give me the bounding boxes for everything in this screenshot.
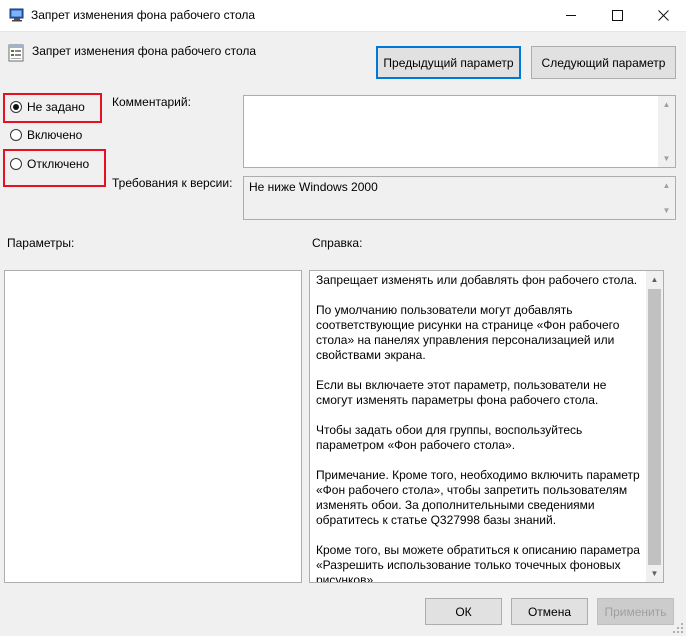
help-text: Запрещает изменять или добавлять фон раб… — [316, 273, 643, 582]
ok-button[interactable]: ОК — [425, 598, 502, 625]
scroll-thumb[interactable] — [648, 289, 661, 565]
requirements-field: Не ниже Windows 2000 ▲ ▼ — [243, 176, 676, 220]
help-paragraph: По умолчанию пользователи могут добавлят… — [316, 303, 620, 362]
options-panel — [4, 270, 302, 583]
cancel-button[interactable]: Отмена — [511, 598, 588, 625]
options-section-label: Параметры: — [7, 236, 75, 250]
scroll-down-icon[interactable]: ▼ — [658, 202, 675, 219]
scroll-down-icon[interactable]: ▼ — [658, 150, 675, 167]
help-paragraph: Кроме того, вы можете обратиться к описа… — [316, 543, 640, 582]
comment-label: Комментарий: — [112, 95, 191, 109]
maximize-icon — [611, 10, 623, 21]
requirements-scrollbar[interactable]: ▲ ▼ — [658, 177, 675, 219]
radio-indicator[interactable] — [10, 101, 22, 113]
maximize-button[interactable] — [594, 0, 640, 31]
close-button[interactable] — [640, 0, 686, 31]
minimize-button[interactable] — [548, 0, 594, 31]
minimize-icon — [566, 15, 576, 16]
next-setting-button[interactable]: Следующий параметр — [531, 46, 676, 79]
scroll-down-icon[interactable]: ▼ — [646, 565, 663, 582]
requirements-label: Требования к версии: — [112, 176, 233, 190]
scroll-up-icon[interactable]: ▲ — [646, 271, 663, 288]
scroll-up-icon[interactable]: ▲ — [658, 96, 675, 113]
policy-setting-icon — [8, 44, 24, 62]
radio-indicator[interactable] — [10, 158, 22, 170]
apply-button[interactable]: Применить — [597, 598, 674, 625]
scroll-up-icon[interactable]: ▲ — [658, 177, 675, 194]
window-title: Запрет изменения фона рабочего стола — [31, 8, 256, 22]
help-panel: Запрещает изменять или добавлять фон раб… — [309, 270, 664, 583]
help-paragraph: Чтобы задать обои для группы, воспользуй… — [316, 423, 583, 452]
requirements-value: Не ниже Windows 2000 — [249, 180, 378, 194]
help-scrollbar[interactable]: ▲ ▼ — [646, 271, 663, 582]
radio-enabled[interactable]: Включено — [10, 128, 82, 142]
close-icon — [657, 10, 669, 21]
radio-label: Включено — [27, 128, 83, 142]
help-paragraph: Запрещает изменять или добавлять фон раб… — [316, 273, 638, 287]
radio-not-configured[interactable]: Не задано — [10, 100, 85, 114]
radio-label: Не задано — [27, 100, 85, 114]
radio-label: Отключено — [27, 157, 90, 171]
radio-disabled[interactable]: Отключено — [10, 157, 89, 171]
comment-scrollbar[interactable]: ▲ ▼ — [658, 96, 675, 167]
comment-textarea[interactable]: ▲ ▼ — [243, 95, 676, 168]
previous-setting-button[interactable]: Предыдущий параметр — [376, 46, 521, 79]
help-paragraph: Примечание. Кроме того, необходимо включ… — [316, 468, 640, 527]
policy-name: Запрет изменения фона рабочего стола — [32, 44, 257, 58]
help-section-label: Справка: — [312, 236, 363, 250]
resize-grip-icon[interactable] — [672, 622, 684, 634]
title-bar: Запрет изменения фона рабочего стола — [0, 0, 686, 32]
radio-indicator[interactable] — [10, 129, 22, 141]
help-paragraph: Если вы включаете этот параметр, пользов… — [316, 378, 607, 407]
policy-editor-icon — [9, 8, 24, 22]
